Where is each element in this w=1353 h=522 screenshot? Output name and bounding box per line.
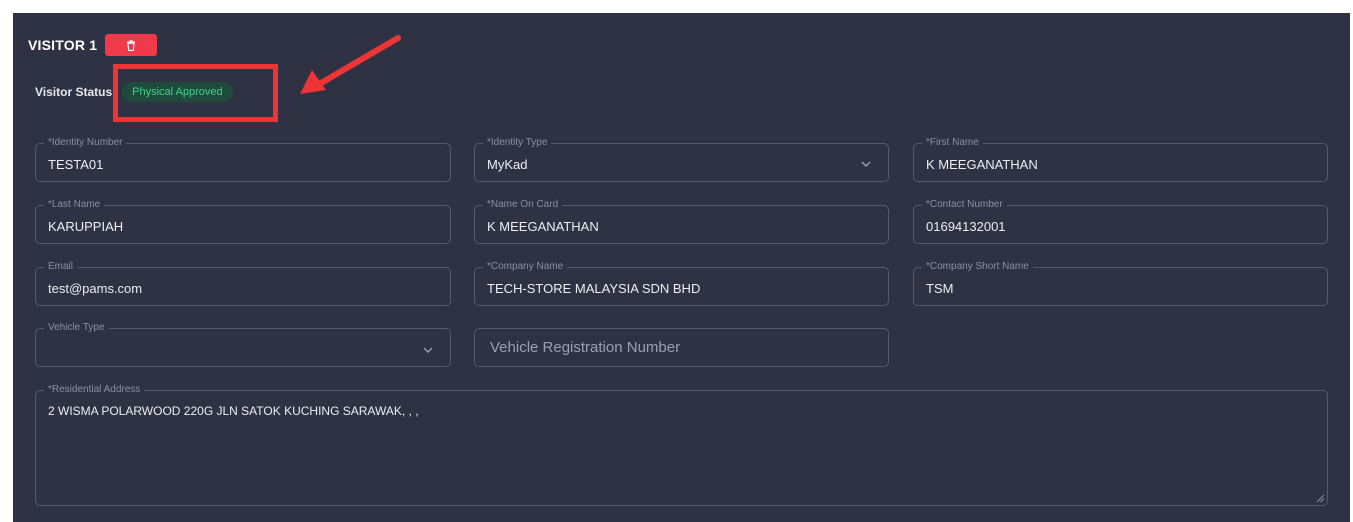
company-short-name-field[interactable]: *Company Short Name TSM [913,261,1328,306]
identity-number-field[interactable]: *Identity Number TESTA01 [35,137,451,182]
company-name-label: *Company Name [483,261,568,273]
annotation-highlight-box [113,64,278,122]
vehicle-type-label: Vehicle Type [44,322,109,334]
residential-address-value: 2 WISMA POLARWOOD 220G JLN SATOK KUCHING… [48,404,419,418]
email-label: Email [44,261,78,273]
name-on-card-value: K MEEGANATHAN [487,219,599,234]
identity-type-select[interactable]: *Identity Type MyKad [474,137,889,182]
identity-number-label: *Identity Number [44,137,127,149]
first-name-value: K MEEGANATHAN [926,157,1038,172]
contact-number-field[interactable]: *Contact Number 01694132001 [913,199,1328,244]
email-field[interactable]: Email test@pams.com [35,261,451,306]
company-name-value: TECH-STORE MALAYSIA SDN BHD [487,281,701,296]
visitor-status-label: Visitor Status: [35,85,117,99]
vehicle-registration-input[interactable]: Vehicle Registration Number [474,328,889,367]
company-short-name-value: TSM [926,281,954,296]
last-name-field[interactable]: *Last Name KARUPPIAH [35,199,451,244]
vehicle-type-select[interactable]: Vehicle Type [35,322,451,367]
delete-visitor-button[interactable] [105,34,158,56]
last-name-label: *Last Name [44,199,105,211]
contact-number-label: *Contact Number [922,199,1007,211]
identity-number-value: TESTA01 [48,157,104,172]
name-on-card-field[interactable]: *Name On Card K MEEGANATHAN [474,199,889,244]
chevron-down-icon [861,161,871,167]
resize-handle-icon[interactable] [1315,493,1325,503]
visitor-title: VISITOR 1 [28,37,98,53]
visitor-header: VISITOR 1 [28,34,158,56]
name-on-card-label: *Name On Card [483,199,563,211]
email-value: test@pams.com [48,281,143,296]
identity-type-label: *Identity Type [483,137,552,149]
identity-type-value: MyKad [487,157,528,172]
annotation-arrow-icon [300,35,401,94]
contact-number-value: 01694132001 [926,219,1006,234]
last-name-value: KARUPPIAH [48,219,124,234]
trash-icon [127,39,136,51]
company-short-name-label: *Company Short Name [922,261,1033,273]
company-name-field[interactable]: *Company Name TECH-STORE MALAYSIA SDN BH… [474,261,889,306]
vehicle-registration-placeholder: Vehicle Registration Number [490,339,681,356]
chevron-down-icon [423,347,433,353]
first-name-label: *First Name [922,137,983,149]
first-name-field[interactable]: *First Name K MEEGANATHAN [913,137,1328,182]
residential-address-label: *Residential Address [44,384,145,396]
residential-address-textarea[interactable]: *Residential Address 2 WISMA POLARWOOD 2… [35,384,1328,506]
